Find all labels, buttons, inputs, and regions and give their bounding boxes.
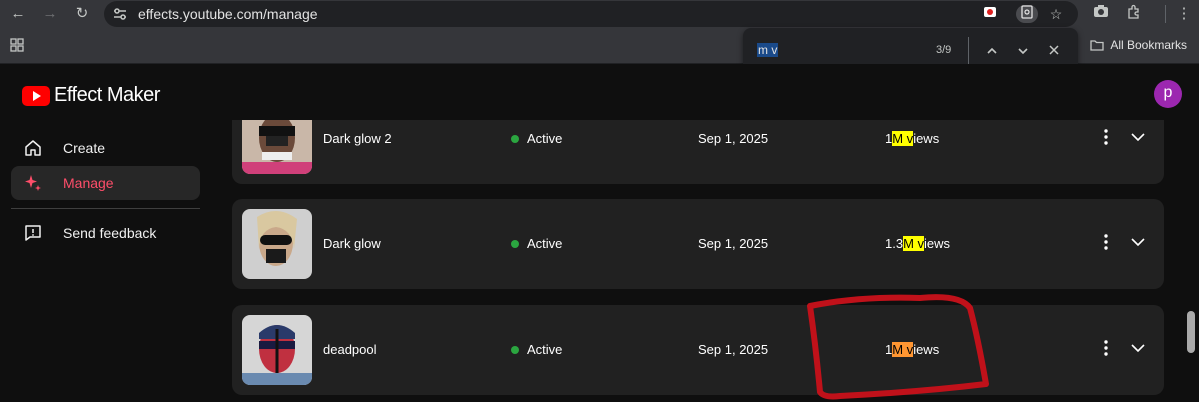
annotation-circle bbox=[807, 294, 989, 400]
forward-icon[interactable]: → bbox=[40, 4, 60, 24]
find-next-button[interactable] bbox=[1012, 40, 1034, 62]
views-prefix: 1.3 bbox=[885, 236, 904, 251]
find-match-count: 3/9 bbox=[936, 44, 952, 56]
status-dot bbox=[511, 345, 519, 354]
expand-chevron-icon[interactable] bbox=[1128, 127, 1148, 147]
effect-date: Sep 1, 2025 bbox=[698, 131, 769, 146]
toolbar-divider bbox=[1165, 5, 1166, 23]
effect-date: Sep 1, 2025 bbox=[698, 342, 769, 357]
app-header: Effect Maker bbox=[0, 64, 1199, 120]
more-options-icon[interactable] bbox=[1096, 338, 1116, 358]
address-bar[interactable]: effects.youtube.com/manage ☆ bbox=[104, 1, 1078, 27]
app-title: Effect Maker bbox=[54, 84, 160, 106]
status-label: Active bbox=[527, 342, 563, 357]
effect-thumbnail bbox=[242, 120, 312, 174]
effect-thumbnail bbox=[242, 209, 312, 279]
status-label: Active bbox=[527, 236, 563, 251]
status-dot bbox=[511, 239, 519, 248]
all-bookmarks-button[interactable]: All Bookmarks bbox=[1090, 38, 1187, 52]
effect-views: 1.3M views bbox=[885, 236, 950, 251]
find-highlight: M v bbox=[892, 131, 914, 146]
effects-list: Dark glow 2 Active Sep 1, 2025 1M views … bbox=[0, 120, 1178, 402]
all-bookmarks-label: All Bookmarks bbox=[1110, 38, 1187, 52]
back-icon[interactable]: ← bbox=[8, 4, 28, 24]
find-page-icon[interactable] bbox=[1016, 5, 1038, 23]
url-text[interactable]: effects.youtube.com/manage bbox=[138, 6, 318, 22]
youtube-logo-icon bbox=[22, 85, 50, 106]
effect-name[interactable]: deadpool bbox=[323, 342, 377, 357]
find-input[interactable]: m v bbox=[757, 43, 779, 57]
expand-chevron-icon[interactable] bbox=[1128, 232, 1148, 252]
status-label: Active bbox=[527, 131, 563, 146]
find-previous-button[interactable] bbox=[981, 40, 1003, 62]
menu-icon[interactable]: ⋮ bbox=[1174, 4, 1194, 24]
browser-toolbar: ← → ↻ effects.youtube.com/manage ☆ ⋮ bbox=[0, 0, 1199, 28]
table-row[interactable]: Dark glow Active Sep 1, 2025 1.3M views bbox=[232, 199, 1164, 289]
table-row[interactable]: Dark glow 2 Active Sep 1, 2025 1M views bbox=[232, 120, 1164, 184]
apps-grid-icon[interactable] bbox=[10, 38, 24, 52]
site-info-icon[interactable] bbox=[112, 6, 128, 22]
effect-name[interactable]: Dark glow 2 bbox=[323, 131, 392, 146]
find-highlight: M v bbox=[903, 236, 925, 251]
status-dot bbox=[511, 134, 519, 143]
effect-thumbnail bbox=[242, 315, 312, 385]
status-badge: Active bbox=[511, 236, 562, 251]
more-options-icon[interactable] bbox=[1096, 127, 1116, 147]
avatar[interactable]: p bbox=[1154, 80, 1182, 108]
effect-maker-logo[interactable]: Effect Maker bbox=[22, 84, 160, 107]
reload-icon[interactable]: ↻ bbox=[72, 4, 92, 24]
chevron-up-icon bbox=[987, 47, 997, 54]
star-icon[interactable]: ☆ bbox=[1046, 5, 1066, 23]
views-suffix: iews bbox=[913, 131, 940, 146]
scrollbar-track[interactable] bbox=[1183, 120, 1199, 402]
chevron-down-icon bbox=[1018, 48, 1028, 55]
views-suffix: iews bbox=[924, 236, 951, 251]
effect-name[interactable]: Dark glow bbox=[323, 236, 381, 251]
extensions-icon[interactable] bbox=[1124, 4, 1144, 24]
folder-icon bbox=[1090, 40, 1104, 51]
close-icon bbox=[1049, 45, 1059, 55]
status-badge: Active bbox=[511, 342, 562, 357]
more-options-icon[interactable] bbox=[1096, 232, 1116, 252]
find-close-button[interactable] bbox=[1043, 40, 1065, 62]
camera-icon[interactable] bbox=[1091, 4, 1111, 24]
scrollbar-thumb[interactable] bbox=[1187, 311, 1195, 353]
effect-date: Sep 1, 2025 bbox=[698, 236, 769, 251]
find-divider bbox=[968, 37, 969, 65]
status-badge: Active bbox=[511, 131, 562, 146]
expand-chevron-icon[interactable] bbox=[1128, 338, 1148, 358]
record-icon[interactable] bbox=[980, 5, 1000, 23]
table-row[interactable]: deadpool Active Sep 1, 2025 1M views bbox=[232, 305, 1164, 395]
effect-views: 1M views bbox=[885, 131, 939, 146]
